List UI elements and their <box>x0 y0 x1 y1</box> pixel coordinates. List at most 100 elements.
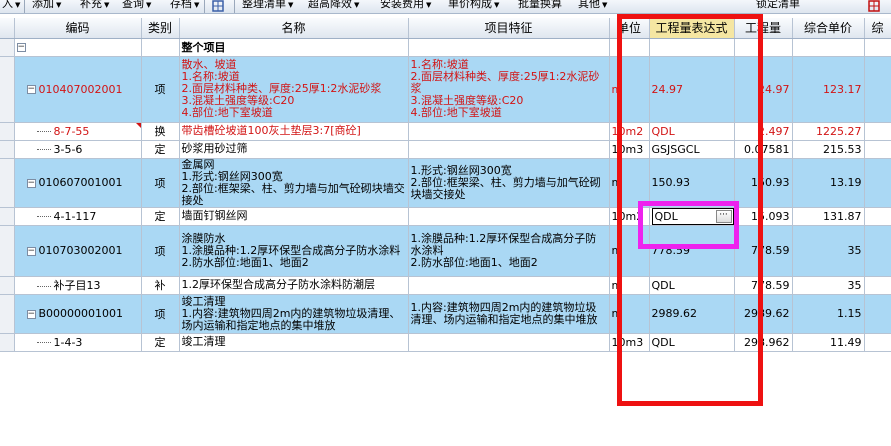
cell-feature[interactable] <box>408 276 610 295</box>
cell-type[interactable]: 定 <box>141 140 180 159</box>
cell-price[interactable]: 1225.27 <box>792 122 865 141</box>
table-row[interactable]: −010407002001 项散水、坡道 1.名称:坡道 2.面层材料种类、厚度:… <box>0 56 891 123</box>
toolbar-item-11[interactable]: 锁定清单 <box>754 0 802 12</box>
cell-qty[interactable]: 0.07581 <box>734 140 793 159</box>
column-header-code[interactable]: 编码 <box>14 18 142 39</box>
column-header-unit[interactable]: 单位 <box>609 18 650 39</box>
collapse-icon[interactable]: − <box>26 246 36 256</box>
cell-unit[interactable]: m <box>609 225 650 277</box>
cell-type[interactable]: 定 <box>141 333 180 352</box>
collapse-icon[interactable]: − <box>26 85 36 94</box>
cell-extra[interactable] <box>864 333 891 352</box>
cell-code[interactable]: 4-1-117 <box>14 207 142 226</box>
toolbar-item-2[interactable]: 补充 ▼ <box>78 0 111 12</box>
cell-extra[interactable] <box>864 158 891 208</box>
cell-code[interactable]: −010703002001 <box>14 225 142 277</box>
grid-icon[interactable] <box>212 0 224 12</box>
column-header-price[interactable]: 综合单价 <box>792 18 865 39</box>
collapse-icon[interactable]: − <box>16 43 26 52</box>
toolbar-item-5[interactable]: 整理清单 ▼ <box>240 0 295 12</box>
cell-name[interactable]: 金属网 1.形式:钢丝网300宽 2.部位:框架梁、柱、剪力墙与加气砼砌块墙交接… <box>179 158 409 208</box>
cell-code[interactable]: − <box>14 38 142 57</box>
cell-feature[interactable]: 1.内容:建筑物四周2m内的建筑物垃圾清理、场内运输和指定地点的集中堆放 <box>408 294 610 334</box>
cell-feature[interactable] <box>408 207 610 226</box>
cell-feature[interactable] <box>408 333 610 352</box>
cell-name[interactable]: 带齿槽砼坡道100灰土垫层3:7[商砼] <box>179 122 409 141</box>
cell-unit[interactable]: m <box>609 276 650 295</box>
cell-extra[interactable] <box>864 38 891 57</box>
ellipsis-button[interactable]: ··· <box>715 209 732 223</box>
table-row[interactable]: 3-5-6 定砂浆用砂过筛 10m3 GSJSGCL 0.07581 215.53 <box>0 140 891 159</box>
cell-code[interactable]: − B00000001001 <box>14 294 142 334</box>
toolbar-item-1[interactable]: 添加 ▼ <box>30 0 63 12</box>
cell-code[interactable]: −010607001001 <box>14 158 142 208</box>
flag-icon[interactable] <box>868 0 880 12</box>
toolbar-item-9[interactable]: 批量换算 <box>516 0 564 12</box>
column-header-feature[interactable]: 项目特征 <box>408 18 610 39</box>
cell-unit[interactable]: 10m3 <box>609 140 650 159</box>
cell-name[interactable]: 1.2厚环保型合成高分子防水涂料防潮层 <box>179 276 409 295</box>
row-gutter[interactable] <box>0 294 15 334</box>
collapse-icon[interactable]: − <box>26 309 36 319</box>
table-row[interactable]: 1-4-3 定竣工清理 10m3 QDL 298.962 11.49 <box>0 333 891 352</box>
cell-expr[interactable]: QDL ··· <box>649 207 735 226</box>
cell-extra[interactable] <box>864 207 891 226</box>
cell-expr[interactable]: QDL <box>649 333 735 352</box>
cell-extra[interactable] <box>864 294 891 334</box>
cell-type[interactable]: 补 <box>141 276 180 295</box>
cell-extra[interactable] <box>864 225 891 277</box>
cell-price[interactable]: 131.87 <box>792 207 865 226</box>
cell-qty[interactable]: 2989.62 <box>734 294 793 334</box>
table-row[interactable]: − B00000001001 项竣工清理 1.内容:建筑物四周2m内的建筑物垃圾清理… <box>0 294 891 334</box>
table-row[interactable]: −010703002001 项涂膜防水 1.涂膜品种:1.2厚环保型合成高分子防水… <box>0 225 891 277</box>
cell-feature[interactable] <box>408 122 610 141</box>
cell-type[interactable]: 定 <box>141 207 180 226</box>
column-header-qty[interactable]: 工程量 <box>734 18 793 39</box>
cell-extra[interactable] <box>864 56 891 123</box>
cell-name[interactable]: 散水、坡道 1.名称:坡道 2.面层材料种类、厚度:25厚1:2水泥砂浆 3.混… <box>179 56 409 123</box>
cell-price[interactable]: 35 <box>792 276 865 295</box>
cell-feature[interactable]: 1.涂膜品种:1.2厚环保型合成高分子防水涂料 2.防水部位:地面1、地面2 <box>408 225 610 277</box>
cell-feature[interactable]: 1.名称:坡道 2.面层材料种类、厚度:25厚1:2水泥砂浆 3.混凝土强度等级… <box>408 56 610 123</box>
cell-name[interactable]: 墙面钉钢丝网 <box>179 207 409 226</box>
cell-type[interactable]: 项 <box>141 56 180 123</box>
table-row[interactable]: −010607001001 项金属网 1.形式:钢丝网300宽 2.部位:框架梁、… <box>0 158 891 208</box>
cell-code[interactable]: −010407002001 <box>14 56 142 123</box>
cell-code[interactable]: 8-7-55 <box>14 122 142 141</box>
cell-qty[interactable]: 298.962 <box>734 333 793 352</box>
cell-name[interactable]: 整个项目 <box>179 38 409 57</box>
cell-price[interactable]: 13.19 <box>792 158 865 208</box>
cell-name[interactable]: 竣工清理 <box>179 333 409 352</box>
cell-extra[interactable] <box>864 276 891 295</box>
cell-type[interactable]: 项 <box>141 158 180 208</box>
column-header-type[interactable]: 类别 <box>141 18 180 39</box>
cell-price[interactable] <box>792 38 865 57</box>
cell-feature[interactable]: 1.形式:钢丝网300宽 2.部位:框架梁、柱、剪力墙与加气砼砌块墙交接处 <box>408 158 610 208</box>
cell-qty[interactable]: 778.59 <box>734 276 793 295</box>
row-gutter[interactable] <box>0 333 15 352</box>
row-gutter[interactable] <box>0 225 15 277</box>
collapse-icon[interactable]: − <box>26 178 36 188</box>
cell-feature[interactable] <box>408 38 610 57</box>
expr-edit-input[interactable]: QDL ··· <box>651 207 733 224</box>
cell-name[interactable]: 竣工清理 1.内容:建筑物四周2m内的建筑物垃圾清理、场内运输和指定地点的集中堆… <box>179 294 409 334</box>
cell-code[interactable]: 3-5-6 <box>14 140 142 159</box>
cell-qty[interactable]: 150.93 <box>734 158 793 208</box>
cell-qty[interactable] <box>734 38 793 57</box>
cell-price[interactable]: 123.17 <box>792 56 865 123</box>
toolbar-item-10[interactable]: 其他 ▼ <box>576 0 609 12</box>
row-gutter[interactable] <box>0 276 15 295</box>
cell-expr[interactable]: 150.93 <box>649 158 735 208</box>
cell-qty[interactable]: 778.59 <box>734 225 793 277</box>
cell-type[interactable]: 项 <box>141 294 180 334</box>
column-header-extra[interactable]: 综 <box>864 18 891 39</box>
cell-expr[interactable]: GSJSGCL <box>649 140 735 159</box>
cell-extra[interactable] <box>864 140 891 159</box>
cell-price[interactable]: 215.53 <box>792 140 865 159</box>
cell-price[interactable]: 1.15 <box>792 294 865 334</box>
table-row[interactable]: 补子目13 补 1.2厚环保型合成高分子防水涂料防潮层 m QDL 778.59 35 <box>0 276 891 295</box>
toolbar-item-3[interactable]: 查询 ▼ <box>120 0 153 12</box>
cell-expr[interactable]: 24.97 <box>649 56 735 123</box>
cell-type[interactable]: 换 <box>141 122 180 141</box>
toolbar-item-6[interactable]: 超高降效 ▼ <box>306 0 361 12</box>
